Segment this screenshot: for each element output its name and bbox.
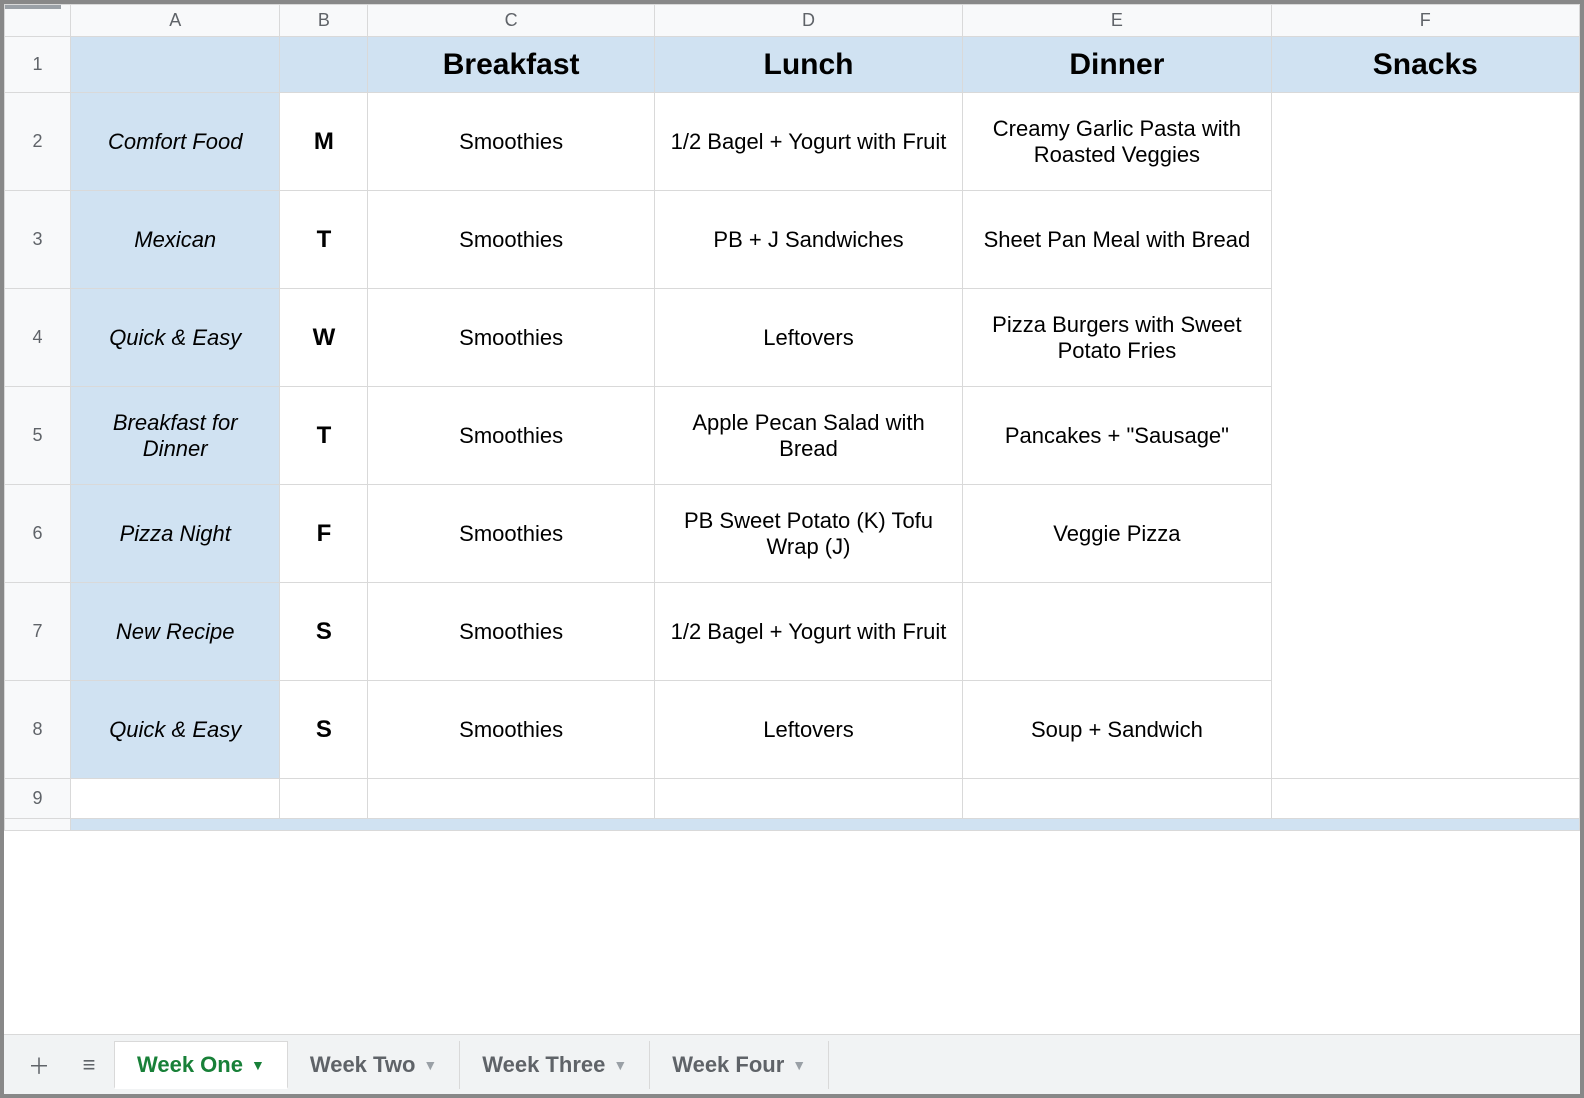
cell-breakfast[interactable]: Smoothies — [368, 485, 654, 583]
cell-lunch[interactable]: 1/2 Bagel + Yogurt with Fruit — [654, 93, 962, 191]
cell-day[interactable]: T — [280, 191, 368, 289]
cell-lunch[interactable]: Leftovers — [654, 681, 962, 779]
cell-lunch[interactable]: 1/2 Bagel + Yogurt with Fruit — [654, 583, 962, 681]
all-sheets-button[interactable]: ≡ — [64, 1043, 114, 1087]
cell-breakfast[interactable]: Smoothies — [368, 191, 654, 289]
cell-lunch[interactable]: PB + J Sandwiches — [654, 191, 962, 289]
cell-empty[interactable] — [654, 779, 962, 819]
cell-empty[interactable] — [368, 779, 654, 819]
sheet-tab-label: Week Four — [672, 1052, 784, 1078]
row-header-4[interactable]: 4 — [5, 289, 71, 387]
cell-D1[interactable]: Lunch — [654, 37, 962, 93]
sheet-tab-week-one[interactable]: Week One ▼ — [114, 1041, 288, 1089]
row-header-9[interactable]: 9 — [5, 779, 71, 819]
sheet-tab-week-three[interactable]: Week Three ▼ — [460, 1041, 650, 1089]
sheet-tab-week-four[interactable]: Week Four ▼ — [650, 1041, 829, 1089]
cell-extra[interactable] — [71, 819, 1580, 831]
cell-breakfast[interactable]: Smoothies — [368, 387, 654, 485]
cell-E1[interactable]: Dinner — [963, 37, 1271, 93]
col-header-C[interactable]: C — [368, 5, 654, 37]
row-header-7[interactable]: 7 — [5, 583, 71, 681]
cell-breakfast[interactable]: Smoothies — [368, 583, 654, 681]
select-all-corner[interactable] — [5, 5, 71, 37]
row-header-2[interactable]: 2 — [5, 93, 71, 191]
row-header-extra[interactable] — [5, 819, 71, 831]
row-header-1[interactable]: 1 — [5, 37, 71, 93]
cell-empty[interactable] — [71, 779, 280, 819]
chevron-down-icon: ▼ — [423, 1057, 437, 1073]
sheet-tabs-bar: ＋ ≡ Week One ▼ Week Two ▼ Week Three ▼ W… — [4, 1034, 1580, 1094]
chevron-down-icon: ▼ — [792, 1057, 806, 1073]
spreadsheet-grid[interactable]: A B C D E F 1 Breakfast Lunch Dinner Sna… — [4, 4, 1580, 1034]
cell-empty[interactable] — [280, 779, 368, 819]
row-header-5[interactable]: 5 — [5, 387, 71, 485]
cell-A1[interactable] — [71, 37, 280, 93]
cell-empty[interactable] — [1271, 779, 1579, 819]
cell-day[interactable]: S — [280, 583, 368, 681]
cell-day[interactable]: T — [280, 387, 368, 485]
row-header-6[interactable]: 6 — [5, 485, 71, 583]
cell-dinner[interactable]: Pancakes + "Sausage" — [963, 387, 1271, 485]
col-header-D[interactable]: D — [654, 5, 962, 37]
col-header-F[interactable]: F — [1271, 5, 1579, 37]
menu-icon: ≡ — [83, 1052, 96, 1078]
sheet-tab-label: Week One — [137, 1052, 243, 1078]
cell-lunch[interactable]: Apple Pecan Salad with Bread — [654, 387, 962, 485]
row-header-8[interactable]: 8 — [5, 681, 71, 779]
sheet-tab-label: Week Three — [482, 1052, 605, 1078]
cell-breakfast[interactable]: Smoothies — [368, 681, 654, 779]
row-header-3[interactable]: 3 — [5, 191, 71, 289]
cell-lunch[interactable]: PB Sweet Potato (K) Tofu Wrap (J) — [654, 485, 962, 583]
cell-theme[interactable]: Pizza Night — [71, 485, 280, 583]
col-header-B[interactable]: B — [280, 5, 368, 37]
cell-day[interactable]: M — [280, 93, 368, 191]
chevron-down-icon: ▼ — [613, 1057, 627, 1073]
cell-dinner[interactable]: Veggie Pizza — [963, 485, 1271, 583]
cell-breakfast[interactable]: Smoothies — [368, 289, 654, 387]
sheet-tab-label: Week Two — [310, 1052, 416, 1078]
cell-snacks-merged[interactable] — [1271, 93, 1579, 779]
cell-lunch[interactable]: Leftovers — [654, 289, 962, 387]
add-sheet-button[interactable]: ＋ — [14, 1043, 64, 1087]
cell-dinner[interactable]: Sheet Pan Meal with Bread — [963, 191, 1271, 289]
cell-dinner[interactable]: Pizza Burgers with Sweet Potato Fries — [963, 289, 1271, 387]
cell-dinner[interactable]: Creamy Garlic Pasta with Roasted Veggies — [963, 93, 1271, 191]
col-header-A[interactable]: A — [71, 5, 280, 37]
cell-breakfast[interactable]: Smoothies — [368, 93, 654, 191]
chevron-down-icon: ▼ — [251, 1057, 265, 1073]
cell-theme[interactable]: Quick & Easy — [71, 289, 280, 387]
cell-theme[interactable]: New Recipe — [71, 583, 280, 681]
cell-dinner[interactable] — [963, 583, 1271, 681]
cell-dinner[interactable]: Soup + Sandwich — [963, 681, 1271, 779]
cell-day[interactable]: W — [280, 289, 368, 387]
sheet-tab-week-two[interactable]: Week Two ▼ — [288, 1041, 460, 1089]
cell-theme[interactable]: Comfort Food — [71, 93, 280, 191]
cell-theme[interactable]: Quick & Easy — [71, 681, 280, 779]
col-header-E[interactable]: E — [963, 5, 1271, 37]
cell-F1[interactable]: Snacks — [1271, 37, 1579, 93]
cell-day[interactable]: F — [280, 485, 368, 583]
plus-icon: ＋ — [28, 1049, 50, 1081]
cell-B1[interactable] — [280, 37, 368, 93]
cell-theme[interactable]: Mexican — [71, 191, 280, 289]
cell-theme[interactable]: Breakfast for Dinner — [71, 387, 280, 485]
cell-day[interactable]: S — [280, 681, 368, 779]
cell-empty[interactable] — [963, 779, 1271, 819]
cell-C1[interactable]: Breakfast — [368, 37, 654, 93]
